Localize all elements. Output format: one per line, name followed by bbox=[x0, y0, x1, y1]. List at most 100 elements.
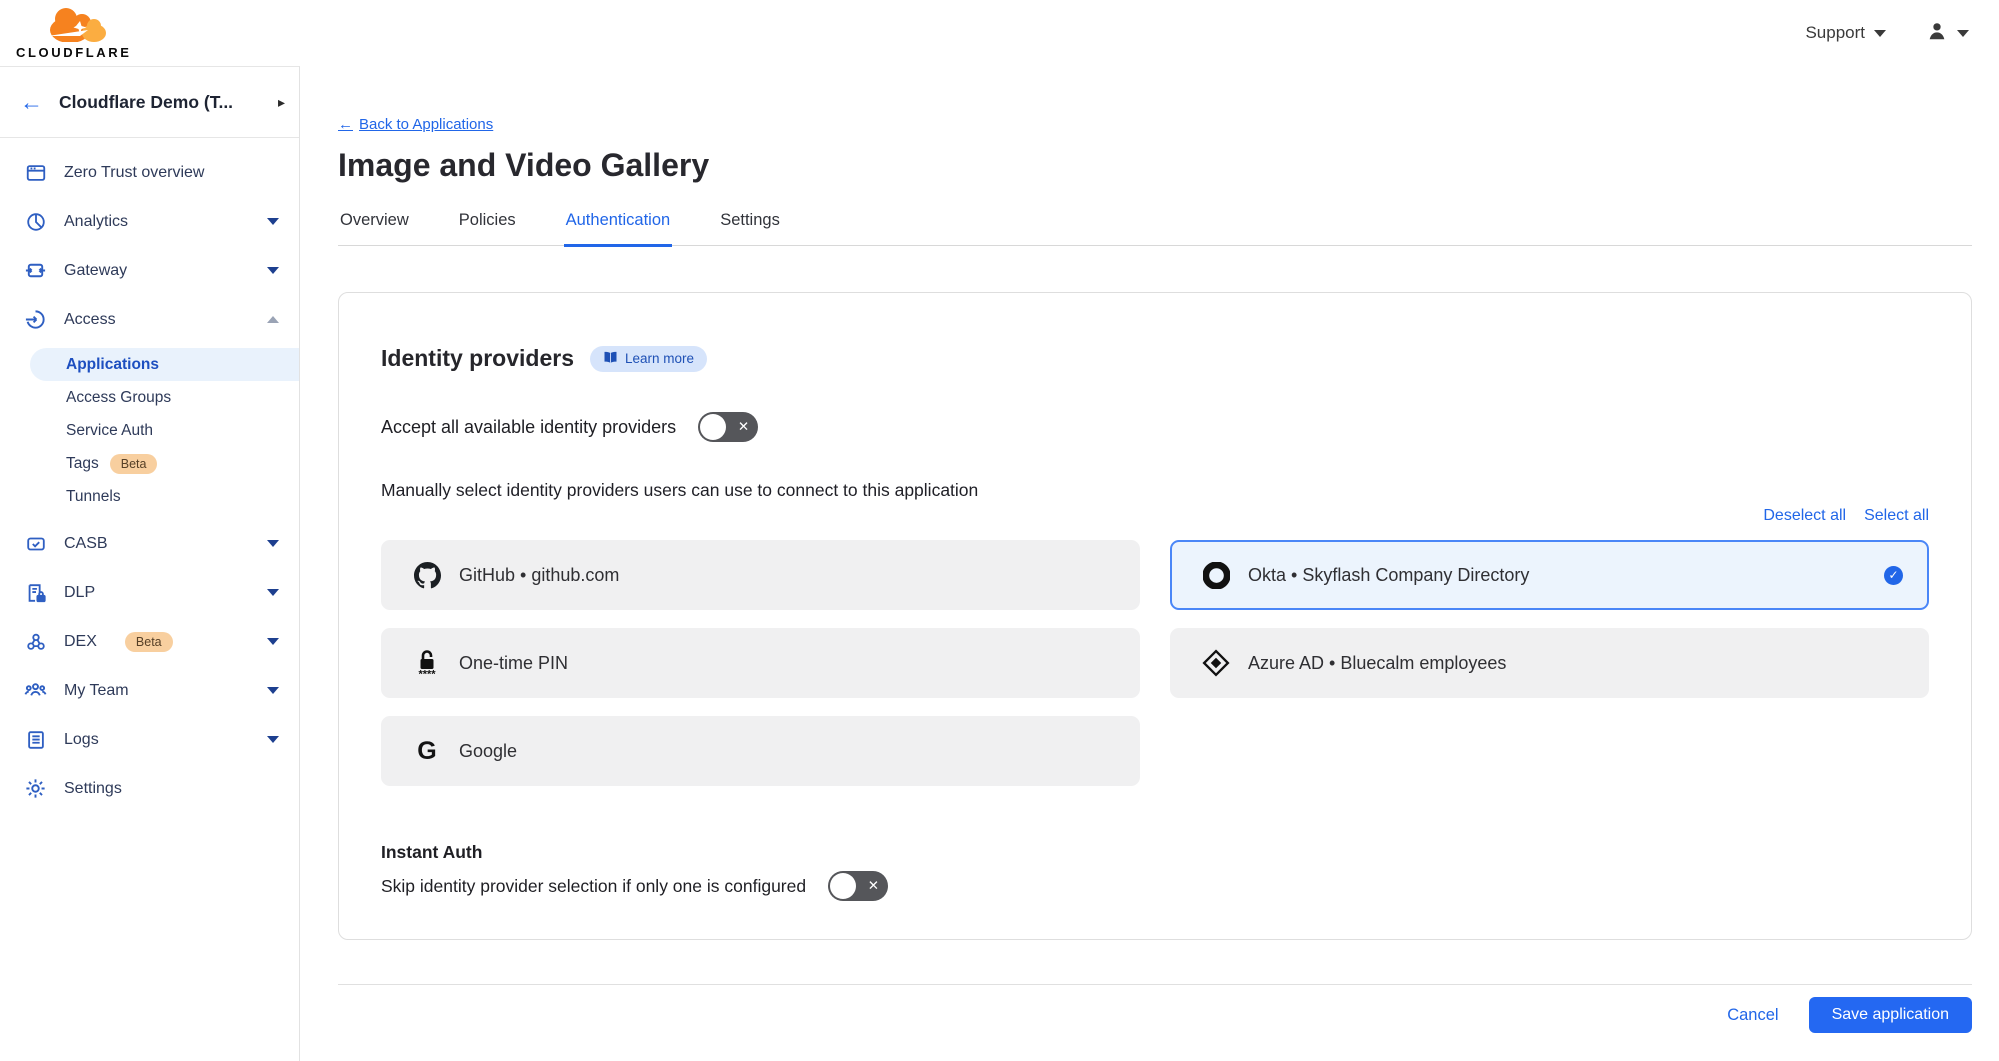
chevron-down-icon bbox=[267, 736, 279, 743]
toggle-off-x-icon: ✕ bbox=[868, 878, 879, 894]
sidebar: ← Cloudflare Demo (T... ▸ Zero Trust ove… bbox=[0, 66, 300, 1061]
sidebar-item-label: DEX bbox=[64, 633, 97, 651]
manual-select-text: Manually select identity providers users… bbox=[381, 480, 1929, 501]
back-link-label: Back to Applications bbox=[359, 116, 493, 133]
sidebar-item-label: CASB bbox=[64, 535, 108, 553]
sidebar-subitem-label: Service Auth bbox=[66, 422, 153, 440]
support-label: Support bbox=[1805, 23, 1865, 43]
learn-more-button[interactable]: Learn more bbox=[590, 346, 707, 372]
provider-card-okta[interactable]: Okta • Skyflash Company Directory ✓ bbox=[1170, 540, 1929, 610]
instant-auth-heading: Instant Auth bbox=[381, 842, 1929, 863]
cloudflare-logo[interactable]: CLOUDFLARE bbox=[16, 6, 132, 60]
back-to-applications-link[interactable]: ← Back to Applications bbox=[338, 116, 493, 133]
sidebar-item-tunnels[interactable]: Tunnels bbox=[0, 480, 299, 513]
sidebar-item-zero-trust-overview[interactable]: Zero Trust overview bbox=[0, 148, 299, 197]
people-icon bbox=[24, 679, 47, 702]
support-menu[interactable]: Support bbox=[1805, 23, 1886, 43]
cloudflare-wordmark: CLOUDFLARE bbox=[16, 45, 132, 60]
sidebar-item-my-team[interactable]: My Team bbox=[0, 666, 299, 715]
browser-window-icon bbox=[24, 161, 47, 184]
provider-card-one-time-pin[interactable]: **** One-time PIN bbox=[381, 628, 1140, 698]
sidebar-item-label: Zero Trust overview bbox=[64, 164, 204, 182]
topbar: CLOUDFLARE Support bbox=[0, 0, 1999, 66]
cancel-button[interactable]: Cancel bbox=[1727, 1006, 1778, 1025]
sidebar-item-label: Gateway bbox=[64, 262, 127, 280]
sidebar-subitem-label: Tags bbox=[66, 455, 99, 473]
sidebar-item-tags[interactable]: TagsBeta bbox=[0, 447, 299, 480]
cloudflare-cloud-icon bbox=[36, 6, 112, 47]
provider-card-github[interactable]: GitHub • github.com bbox=[381, 540, 1140, 610]
sidebar-item-access-groups[interactable]: Access Groups bbox=[0, 381, 299, 414]
provider-label: One-time PIN bbox=[459, 653, 568, 674]
sidebar-item-gateway[interactable]: Gateway bbox=[0, 246, 299, 295]
network-nodes-icon bbox=[24, 630, 47, 653]
tab-policies[interactable]: Policies bbox=[457, 211, 518, 247]
sidebar-item-access[interactable]: Access bbox=[0, 295, 299, 344]
provider-card-azure-ad[interactable]: Azure AD • Bluecalm employees bbox=[1170, 628, 1929, 698]
save-application-button[interactable]: Save application bbox=[1809, 997, 1972, 1033]
sidebar-subitem-label: Access Groups bbox=[66, 389, 171, 407]
sidebar-account-header: ← Cloudflare Demo (T... ▸ bbox=[0, 67, 299, 138]
svg-text:****: **** bbox=[418, 669, 436, 679]
tab-overview[interactable]: Overview bbox=[338, 211, 411, 247]
chevron-down-icon bbox=[267, 687, 279, 694]
identity-providers-heading: Identity providers bbox=[381, 345, 574, 372]
github-icon bbox=[412, 562, 442, 589]
page-title: Image and Video Gallery bbox=[338, 147, 1972, 184]
chevron-down-icon bbox=[1874, 30, 1886, 37]
learn-more-label: Learn more bbox=[625, 351, 694, 366]
sidebar-item-settings[interactable]: Settings bbox=[0, 764, 299, 813]
login-arrow-icon bbox=[24, 308, 47, 331]
provider-label: Okta • Skyflash Company Directory bbox=[1248, 565, 1529, 586]
chevron-down-icon bbox=[267, 267, 279, 274]
deselect-all-link[interactable]: Deselect all bbox=[1763, 507, 1846, 525]
footer-divider bbox=[338, 984, 1972, 985]
main-content: ← Back to Applications Image and Video G… bbox=[300, 66, 1999, 1061]
accept-all-toggle[interactable]: ✕ bbox=[698, 412, 758, 442]
gateway-icon bbox=[24, 259, 47, 282]
sidebar-item-label: DLP bbox=[64, 584, 95, 602]
chevron-down-icon bbox=[267, 638, 279, 645]
sidebar-item-service-auth[interactable]: Service Auth bbox=[0, 414, 299, 447]
sidebar-item-logs[interactable]: Logs bbox=[0, 715, 299, 764]
sidebar-item-casb[interactable]: CASB bbox=[0, 519, 299, 568]
user-menu[interactable] bbox=[1926, 20, 1969, 47]
provider-card-google[interactable]: G Google bbox=[381, 716, 1140, 786]
toggle-off-x-icon: ✕ bbox=[738, 419, 749, 435]
tab-authentication[interactable]: Authentication bbox=[564, 211, 673, 247]
gear-icon bbox=[24, 777, 47, 800]
sidebar-subitem-label: Applications bbox=[66, 356, 159, 374]
provider-grid: GitHub • github.com Okta • Skyflash Compa… bbox=[381, 540, 1929, 786]
instant-auth-label: Skip identity provider selection if only… bbox=[381, 876, 806, 897]
back-arrow-icon[interactable]: ← bbox=[20, 91, 43, 114]
sidebar-collapse-chevron-icon[interactable]: ▸ bbox=[278, 94, 285, 111]
tab-settings[interactable]: Settings bbox=[718, 211, 782, 247]
chevron-up-icon bbox=[267, 316, 279, 323]
sidebar-item-label: Analytics bbox=[64, 213, 128, 231]
provider-label: Google bbox=[459, 741, 517, 762]
sidebar-item-analytics[interactable]: Analytics bbox=[0, 197, 299, 246]
sidebar-item-applications[interactable]: Applications bbox=[30, 348, 299, 381]
book-icon bbox=[603, 351, 618, 367]
sidebar-item-dlp[interactable]: DLP bbox=[0, 568, 299, 617]
shield-check-icon bbox=[24, 532, 47, 555]
log-list-icon bbox=[24, 728, 47, 751]
sidebar-sub-list: Applications Access Groups Service Auth Tag… bbox=[0, 344, 299, 519]
sidebar-item-dex[interactable]: DEX Beta bbox=[0, 617, 299, 666]
sidebar-item-label: My Team bbox=[64, 682, 129, 700]
toggle-knob bbox=[700, 414, 726, 440]
sidebar-item-label: Settings bbox=[64, 780, 122, 798]
azure-ad-icon bbox=[1201, 649, 1231, 677]
one-time-pin-icon: **** bbox=[412, 648, 442, 678]
chevron-down-icon bbox=[267, 540, 279, 547]
back-arrow-icon: ← bbox=[338, 116, 353, 133]
sidebar-item-label: Access bbox=[64, 311, 116, 329]
select-all-link[interactable]: Select all bbox=[1864, 507, 1929, 525]
google-icon: G bbox=[412, 737, 442, 766]
instant-auth-toggle[interactable]: ✕ bbox=[828, 871, 888, 901]
chevron-down-icon bbox=[267, 589, 279, 596]
check-icon: ✓ bbox=[1884, 566, 1903, 585]
sidebar-item-label: Logs bbox=[64, 731, 99, 749]
beta-badge: Beta bbox=[125, 632, 173, 652]
identity-providers-card: Identity providers Learn more Accept all… bbox=[338, 292, 1972, 940]
